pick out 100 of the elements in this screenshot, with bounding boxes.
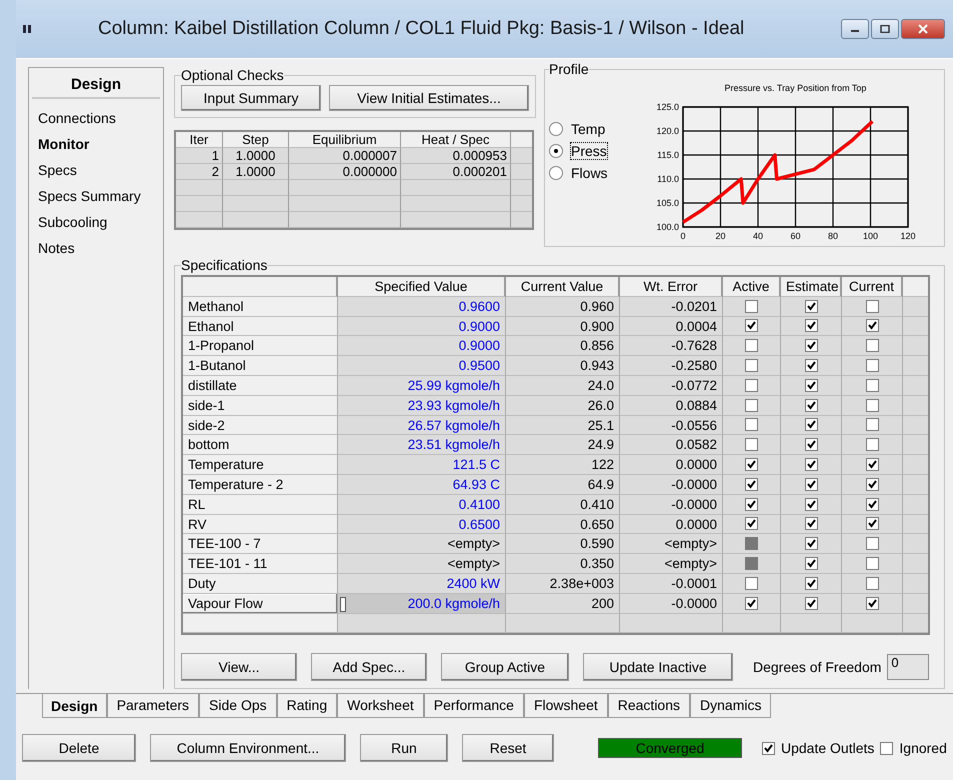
option-checkbox[interactable]: [762, 742, 775, 754]
radio-button[interactable]: [549, 144, 563, 158]
tab[interactable]: Side Ops: [199, 694, 277, 718]
current-checkbox[interactable]: [866, 576, 878, 590]
action-button[interactable]: Delete: [22, 734, 136, 762]
action-button[interactable]: Column Environment...: [150, 734, 346, 762]
spec-name-cell[interactable]: TEE-101 - 11: [183, 554, 338, 574]
table-cell[interactable]: 0.9600: [338, 296, 506, 317]
estimate-checkbox[interactable]: [804, 596, 818, 610]
current-checkbox[interactable]: [866, 458, 878, 472]
current-checkbox[interactable]: [866, 339, 878, 352]
estimate-checkbox[interactable]: [804, 498, 818, 511]
sidebar-item[interactable]: Connections: [32, 105, 160, 131]
spec-name-cell[interactable]: 1-Propanol: [183, 336, 338, 356]
table-cell[interactable]: 64.93 C: [338, 474, 506, 495]
tab[interactable]: Flowsheet: [524, 694, 608, 718]
spec-name-cell[interactable]: RL: [183, 494, 338, 515]
radio-option[interactable]: Temp: [549, 121, 606, 137]
option-checkbox[interactable]: [880, 742, 894, 754]
current-checkbox[interactable]: [866, 596, 878, 610]
estimate-checkbox[interactable]: [804, 398, 818, 412]
current-checkbox[interactable]: [866, 517, 878, 530]
current-checkbox[interactable]: [866, 418, 878, 432]
table-cell[interactable]: 0.6500: [338, 514, 506, 534]
spec-name-cell[interactable]: side-1: [183, 396, 338, 416]
table-cell[interactable]: 0.4100: [338, 494, 506, 515]
spec-button[interactable]: View...: [181, 653, 297, 682]
spec-name-cell[interactable]: RV: [183, 514, 338, 534]
estimate-checkbox[interactable]: [804, 557, 818, 570]
active-checkbox[interactable]: [745, 319, 758, 332]
estimate-checkbox[interactable]: [804, 339, 818, 352]
active-checkbox[interactable]: [745, 300, 758, 313]
radio-button[interactable]: [549, 122, 563, 136]
current-checkbox[interactable]: [866, 537, 878, 550]
estimate-checkbox[interactable]: [804, 576, 818, 590]
spec-name-cell[interactable]: Temperature - 2: [183, 474, 338, 495]
estimate-checkbox[interactable]: [804, 438, 818, 452]
table-cell[interactable]: 25.99 kgmole/h: [338, 376, 506, 396]
tab[interactable]: Dynamics: [690, 694, 772, 718]
spec-name-cell[interactable]: bottom: [183, 435, 338, 456]
active-checkbox[interactable]: [745, 378, 758, 392]
table-cell[interactable]: <empty>: [338, 554, 506, 574]
spec-button[interactable]: Group Active: [441, 653, 569, 682]
tab[interactable]: Rating: [276, 694, 338, 718]
table-cell[interactable]: 23.93 kgmole/h: [338, 396, 506, 416]
active-checkbox[interactable]: [745, 576, 758, 590]
current-checkbox[interactable]: [866, 557, 878, 570]
active-checkbox[interactable]: [745, 438, 758, 452]
active-checkbox[interactable]: [745, 418, 758, 432]
close-button[interactable]: [901, 19, 945, 39]
action-button[interactable]: Run: [360, 734, 448, 762]
current-checkbox[interactable]: [866, 498, 878, 511]
spec-button[interactable]: Add Spec...: [311, 653, 427, 682]
radio-option[interactable]: Flows: [549, 165, 608, 181]
estimate-checkbox[interactable]: [804, 378, 818, 392]
estimate-checkbox[interactable]: [804, 359, 818, 372]
estimate-checkbox[interactable]: [804, 537, 818, 550]
spec-name-cell[interactable]: Methanol: [183, 296, 338, 317]
active-checkbox[interactable]: [745, 517, 758, 530]
table-cell[interactable]: 0.9500: [338, 356, 506, 376]
current-checkbox[interactable]: [866, 478, 878, 491]
current-checkbox[interactable]: [866, 319, 878, 332]
spec-name-cell[interactable]: distillate: [183, 376, 338, 396]
active-checkbox[interactable]: [745, 359, 758, 372]
table-cell[interactable]: 200.0 kgmole/h: [338, 594, 506, 614]
estimate-checkbox[interactable]: [804, 319, 818, 332]
sidebar-item[interactable]: Notes: [32, 235, 160, 261]
spec-name-cell[interactable]: side-2: [183, 416, 338, 436]
maximize-button[interactable]: [871, 19, 899, 39]
estimate-checkbox[interactable]: [804, 300, 818, 313]
table-cell[interactable]: 121.5 C: [338, 455, 506, 475]
active-checkbox[interactable]: [745, 498, 758, 511]
current-checkbox[interactable]: [866, 398, 878, 412]
check-button[interactable]: View Initial Estimates...: [329, 85, 529, 111]
spec-name-cell[interactable]: Temperature: [183, 455, 338, 475]
current-checkbox[interactable]: [866, 438, 878, 452]
minimize-button[interactable]: [841, 19, 869, 39]
sidebar-item[interactable]: Subcooling: [32, 209, 160, 235]
current-checkbox[interactable]: [866, 359, 878, 372]
radio-option[interactable]: Press: [549, 143, 607, 159]
tab[interactable]: Parameters: [106, 694, 200, 718]
current-checkbox[interactable]: [866, 378, 878, 392]
spec-name-cell[interactable]: Duty: [183, 574, 338, 594]
spec-button[interactable]: Update Inactive: [583, 653, 733, 682]
estimate-checkbox[interactable]: [804, 458, 818, 472]
action-button[interactable]: Reset: [462, 734, 554, 762]
sidebar-item[interactable]: Monitor: [32, 131, 160, 157]
check-button[interactable]: Input Summary: [181, 85, 321, 111]
table-cell[interactable]: <empty>: [338, 534, 506, 554]
table-cell[interactable]: 23.51 kgmole/h: [338, 435, 506, 456]
current-checkbox[interactable]: [866, 300, 878, 313]
spec-name-cell[interactable]: TEE-100 - 7: [183, 534, 338, 554]
spec-name-cell[interactable]: Ethanol: [183, 316, 338, 336]
tab[interactable]: Performance: [424, 694, 524, 718]
estimate-checkbox[interactable]: [804, 418, 818, 432]
table-cell[interactable]: 26.57 kgmole/h: [338, 416, 506, 436]
table-cell[interactable]: 0.9000: [338, 316, 506, 336]
active-checkbox[interactable]: [745, 596, 758, 610]
active-checkbox[interactable]: [745, 398, 758, 412]
active-checkbox[interactable]: [745, 458, 758, 472]
